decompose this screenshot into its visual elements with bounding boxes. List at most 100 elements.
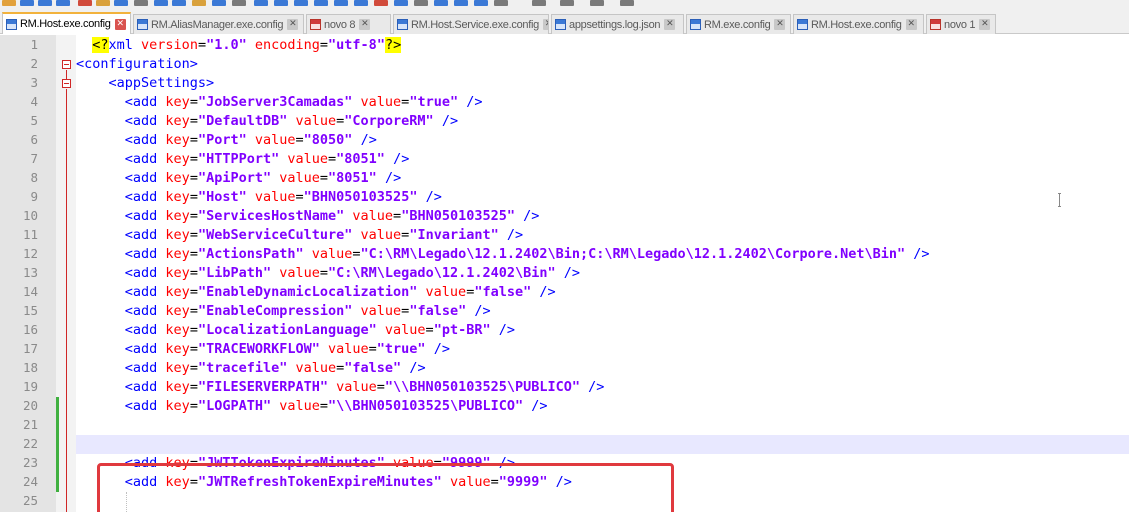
- token-tag: [377, 322, 385, 338]
- toolbar-button[interactable]: [474, 0, 488, 6]
- close-icon[interactable]: ✕: [114, 18, 126, 30]
- close-icon[interactable]: ✕: [905, 19, 917, 30]
- toolbar-button[interactable]: [334, 0, 348, 6]
- toolbar-button[interactable]: [454, 0, 468, 6]
- code-line[interactable]: <add key="ServicesHostName" value="BHN05…: [76, 207, 540, 226]
- code-line[interactable]: <add key="TRACEWORKFLOW" value="true" />: [76, 340, 450, 359]
- toolbar-button[interactable]: [78, 0, 92, 6]
- toolbar-button[interactable]: [254, 0, 268, 6]
- line-number: 20: [22, 398, 38, 413]
- close-icon[interactable]: ✕: [774, 19, 786, 30]
- tab-rm-exe-config[interactable]: RM.exe.config ✕: [686, 14, 791, 34]
- fold-toggle-icon[interactable]: [62, 79, 71, 88]
- code-line[interactable]: <add key="Host" value="BHN050103525" />: [76, 188, 442, 207]
- toolbar-button[interactable]: [274, 0, 288, 6]
- close-icon[interactable]: ✕: [979, 19, 991, 30]
- code-line[interactable]: <add key="tracefile" value="false" />: [76, 359, 426, 378]
- token-tag: <appSettings>: [108, 75, 215, 91]
- token-tag: [247, 189, 255, 205]
- tab-rm-host-service-exe-config[interactable]: RM.Host.Service.exe.config✕: [393, 14, 549, 34]
- token-eq: =: [319, 398, 329, 414]
- line-number: 5: [30, 113, 38, 128]
- fold-toggle-icon[interactable]: [62, 60, 71, 69]
- tab-label: RM.Host.Service.exe.config: [411, 18, 539, 31]
- toolbar-button[interactable]: [96, 0, 110, 6]
- token-val: "C:\RM\Legado\12.1.2402\Bin;C:\RM\Legado…: [360, 246, 906, 262]
- code-line[interactable]: <add key="HTTPPort" value="8051" />: [76, 150, 410, 169]
- toolbar-button[interactable]: [172, 0, 186, 6]
- toolbar-button[interactable]: [232, 0, 246, 6]
- tab-rm-host-exe-config[interactable]: RM.Host.exe.config ✕: [2, 12, 131, 34]
- code-line[interactable]: <add key="EnableDynamicLocalization" val…: [76, 283, 556, 302]
- token-val: "ApiPort": [197, 170, 272, 186]
- code-line[interactable]: <add key="WebServiceCulture" value="Inva…: [76, 226, 523, 245]
- tab-rm-host-exe-config[interactable]: RM.Host.exe.config ✕: [793, 14, 924, 34]
- code-line[interactable]: <add key="LocalizationLanguage" value="p…: [76, 321, 515, 340]
- line-number: 22: [22, 436, 38, 451]
- close-icon[interactable]: ✕: [359, 19, 371, 30]
- token-eq: =: [189, 132, 198, 148]
- token-tag: <add: [124, 360, 166, 376]
- close-icon[interactable]: ✕: [287, 19, 299, 30]
- token-tag: />: [498, 227, 524, 243]
- token-attr: key: [165, 284, 190, 300]
- toolbar-button[interactable]: [212, 0, 226, 6]
- tab-novo-8[interactable]: novo 8 ✕: [306, 14, 391, 34]
- code-line[interactable]: <add key="ActionsPath" value="C:\RM\Lega…: [76, 245, 930, 264]
- token-val: "Invariant": [409, 227, 499, 243]
- toolbar-button[interactable]: [56, 0, 70, 6]
- toolbar-button[interactable]: [114, 0, 128, 6]
- token-attr: value: [311, 246, 353, 262]
- toolbar-button[interactable]: [560, 0, 574, 6]
- toolbar-button[interactable]: [532, 0, 546, 6]
- code-line[interactable]: <add key="FILESERVERPATH" value="\\BHN05…: [76, 378, 605, 397]
- toolbar-button[interactable]: [590, 0, 604, 6]
- code-line[interactable]: <configuration>: [76, 55, 198, 74]
- code-area[interactable]: <?xml version="1.0" encoding="utf-8"?> <c…: [76, 35, 1129, 512]
- toolbar-button[interactable]: [38, 0, 52, 6]
- close-icon[interactable]: ✕: [542, 19, 548, 30]
- toolbar-button[interactable]: [2, 0, 16, 6]
- token-eq: =: [189, 170, 198, 186]
- token-val: "false": [474, 284, 532, 300]
- tab-novo-1[interactable]: novo 1 ✕: [926, 14, 996, 34]
- code-line[interactable]: <?xml version="1.0" encoding="utf-8"?>: [76, 36, 402, 55]
- code-line[interactable]: <add key="LOGPATH" value="\\BHN050103525…: [76, 397, 548, 416]
- line-number: 18: [22, 360, 38, 375]
- code-line[interactable]: <add key="DefaultDB" value="CorporeRM" /…: [76, 112, 458, 131]
- tab-appsettings-log-json[interactable]: appsettings.log.json ✕: [551, 14, 684, 34]
- toolbar-button[interactable]: [394, 0, 408, 6]
- toolbar-button[interactable]: [154, 0, 168, 6]
- close-icon[interactable]: ✕: [664, 19, 676, 30]
- toolbar-button[interactable]: [434, 0, 448, 6]
- code-line[interactable]: <appSettings>: [76, 74, 215, 93]
- toolbar-button[interactable]: [620, 0, 634, 6]
- token-tag: <add: [124, 170, 166, 186]
- token-tag: />: [384, 151, 410, 167]
- toolbar-button[interactable]: [134, 0, 148, 6]
- code-line[interactable]: <add key="ApiPort" value="8051" />: [76, 169, 401, 188]
- code-editor[interactable]: 1 2 3 4 5 6 7 8 9 10 11 12 13 14 15 16 17 18 19 20 21 22 23 24 2…: [0, 35, 1129, 512]
- toolbar-button[interactable]: [414, 0, 428, 6]
- toolbar-button[interactable]: [20, 0, 34, 6]
- code-line[interactable]: <add key="Port" value="8050" />: [76, 131, 377, 150]
- tab-rm-aliasmanager-exe-config[interactable]: RM.AliasManager.exe.config ✕: [133, 14, 304, 34]
- token-attr: key: [165, 246, 190, 262]
- toolbar-button[interactable]: [354, 0, 368, 6]
- token-tag: />: [401, 360, 426, 376]
- code-line[interactable]: <add key="LibPath" value="C:\RM\Legado\1…: [76, 264, 580, 283]
- line-number: 21: [22, 417, 38, 432]
- toolbar-button[interactable]: [314, 0, 328, 6]
- token-tag: <add: [124, 132, 166, 148]
- toolbar-button[interactable]: [374, 0, 388, 6]
- toolbar-button[interactable]: [494, 0, 508, 6]
- toolbar-button[interactable]: [294, 0, 308, 6]
- toolbar-button[interactable]: [192, 0, 206, 6]
- token-val: "LibPath": [197, 265, 272, 281]
- code-line[interactable]: <add key="EnableCompression" value="fals…: [76, 302, 491, 321]
- code-line[interactable]: <add key="JobServer3Camadas" value="true…: [76, 93, 483, 112]
- line-number: 15: [22, 303, 38, 318]
